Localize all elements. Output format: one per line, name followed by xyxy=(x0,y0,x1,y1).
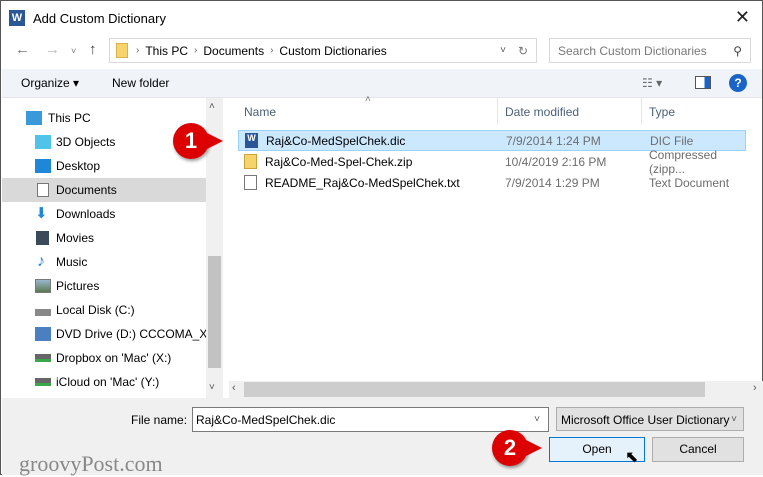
nav-item-desktop[interactable]: Desktop xyxy=(2,154,206,178)
word-file-icon: W xyxy=(245,133,258,148)
help-icon[interactable]: ? xyxy=(729,74,747,92)
file-type: Text Document xyxy=(649,175,730,190)
file-type-value: Microsoft Office User Dictionary xyxy=(561,413,730,427)
folder-icon xyxy=(116,43,128,58)
disk-icon xyxy=(35,309,51,316)
step-2-badge: 2 xyxy=(492,430,542,466)
nav-label: Local Disk (C:) xyxy=(56,303,135,317)
title-bar: W Add Custom Dictionary xyxy=(9,1,166,35)
nav-item-music[interactable]: ♪ Music xyxy=(2,250,206,274)
chevron-down-icon[interactable]: ˅ xyxy=(534,414,540,425)
horizontal-scrollbar-thumb[interactable] xyxy=(244,382,705,397)
file-date: 7/9/2014 1:29 PM xyxy=(505,175,600,190)
breadcrumb-this-pc[interactable]: This PC xyxy=(145,44,188,58)
nav-item-dvd-drive[interactable]: DVD Drive (D:) CCCOMA_X64 xyxy=(2,322,221,346)
nav-item-dropbox[interactable]: Dropbox on 'Mac' (X:) xyxy=(2,346,206,370)
preview-pane-icon[interactable] xyxy=(695,76,711,89)
nav-label: Pictures xyxy=(56,279,100,293)
scroll-right-arrow[interactable]: › xyxy=(753,382,757,394)
back-button[interactable]: ← xyxy=(15,41,30,58)
chevron-down-icon[interactable]: ˅ xyxy=(500,45,506,56)
file-name: README_Raj&Co-MedSpelChek.txt xyxy=(265,175,460,190)
nav-item-pictures[interactable]: Pictures xyxy=(2,274,206,298)
nav-scrollbar-thumb[interactable] xyxy=(208,256,221,368)
breadcrumb-custom-dictionaries[interactable]: Custom Dictionaries xyxy=(279,44,386,58)
nav-item-this-pc[interactable]: This PC xyxy=(2,106,206,130)
search-input[interactable]: Search Custom Dictionaries ⚲ xyxy=(549,38,751,63)
file-row[interactable]: README_Raj&Co-MedSpelChek.txt 7/9/2014 1… xyxy=(238,172,746,193)
nav-label: Movies xyxy=(56,231,95,245)
zip-icon xyxy=(244,154,257,169)
up-button[interactable]: ↑ xyxy=(89,41,97,58)
file-date: 10/4/2019 2:16 PM xyxy=(505,154,607,169)
nav-item-downloads[interactable]: ⬇ Downloads xyxy=(2,202,206,226)
file-type: DIC File xyxy=(650,133,694,148)
cancel-button[interactable]: Cancel xyxy=(652,437,744,462)
forward-button[interactable]: → xyxy=(45,41,60,58)
nav-label: Downloads xyxy=(56,207,116,221)
nav-item-icloud[interactable]: iCloud on 'Mac' (Y:) xyxy=(2,370,206,394)
search-placeholder: Search Custom Dictionaries xyxy=(558,43,707,58)
file-name-label: File name: xyxy=(131,413,188,427)
text-file-icon xyxy=(244,175,257,190)
file-name-value: Raj&Co-MedSpelChek.dic xyxy=(196,413,336,427)
file-type-filter[interactable]: Microsoft Office User Dictionary ˅ xyxy=(556,407,744,431)
organize-button[interactable]: Organize ▾ xyxy=(21,76,79,90)
computer-icon xyxy=(26,111,42,125)
nav-item-movies[interactable]: Movies xyxy=(2,226,206,250)
network-drive-icon xyxy=(35,378,51,386)
chevron-down-icon: ˅ xyxy=(731,414,737,425)
nav-label: DVD Drive (D:) CCCOMA_X64 xyxy=(56,327,221,341)
file-name: Raj&Co-Med-Spel-Chek.zip xyxy=(265,154,413,169)
nav-item-documents[interactable]: Documents xyxy=(2,178,206,202)
dvd-icon xyxy=(35,327,51,341)
address-bar[interactable]: › This PC › Documents › Custom Dictionaries… xyxy=(109,38,537,63)
toolbar: Organize ▾ New folder ☷ ▾ ? xyxy=(2,69,762,98)
file-list: ˄ Name Date modified Type W Raj&Co-MedSp… xyxy=(229,94,763,381)
step-1-badge: 1 xyxy=(173,123,223,159)
cube-icon xyxy=(35,135,51,149)
file-date: 7/9/2014 1:24 PM xyxy=(506,133,601,148)
search-icon: ⚲ xyxy=(733,43,742,58)
document-icon xyxy=(37,183,49,197)
window-title: Add Custom Dictionary xyxy=(33,10,166,26)
nav-label: Documents xyxy=(56,183,117,197)
nav-label: Desktop xyxy=(56,159,101,173)
column-header-date[interactable]: Date modified xyxy=(505,105,579,119)
nav-label: This PC xyxy=(48,111,91,125)
recent-locations-button[interactable]: ˅ xyxy=(71,46,76,56)
breadcrumb-documents[interactable]: Documents xyxy=(203,44,264,58)
new-folder-button[interactable]: New folder xyxy=(112,76,169,90)
word-icon: W xyxy=(9,10,25,26)
pictures-icon xyxy=(35,279,51,293)
view-options-icon[interactable]: ☷ ▾ xyxy=(642,76,662,90)
scroll-down-arrow[interactable]: ˅ xyxy=(209,382,215,393)
watermark: groovyPost.com xyxy=(19,451,163,476)
refresh-icon[interactable]: ↻ xyxy=(518,44,528,58)
scroll-up-arrow[interactable]: ˄ xyxy=(209,101,215,112)
column-header-type[interactable]: Type xyxy=(649,105,675,119)
file-row[interactable]: Raj&Co-Med-Spel-Chek.zip 10/4/2019 2:16 … xyxy=(238,148,746,176)
nav-label: 3D Objects xyxy=(56,135,116,149)
desktop-icon xyxy=(35,159,51,173)
scroll-left-arrow[interactable]: ‹ xyxy=(232,382,236,394)
nav-label: Music xyxy=(56,255,88,269)
sort-ascending-icon: ˄ xyxy=(365,94,371,105)
music-icon: ♪ xyxy=(37,253,45,270)
dialog-window: W Add Custom Dictionary ✕ ← → ˅ ↑ › This … xyxy=(0,0,763,476)
film-icon xyxy=(36,231,49,245)
column-header-name[interactable]: Name xyxy=(244,105,276,119)
file-name: Raj&Co-MedSpelChek.dic xyxy=(266,133,406,148)
nav-label: Dropbox on 'Mac' (X:) xyxy=(56,351,172,365)
close-button[interactable]: ✕ xyxy=(735,7,750,28)
nav-label: iCloud on 'Mac' (Y:) xyxy=(56,375,160,389)
download-icon: ⬇ xyxy=(35,205,48,222)
mouse-cursor-icon: ⬉ xyxy=(625,449,639,466)
network-drive-icon xyxy=(35,354,51,362)
nav-item-local-disk[interactable]: Local Disk (C:) xyxy=(2,298,206,322)
file-name-input[interactable]: Raj&Co-MedSpelChek.dic ˅ xyxy=(192,407,549,432)
